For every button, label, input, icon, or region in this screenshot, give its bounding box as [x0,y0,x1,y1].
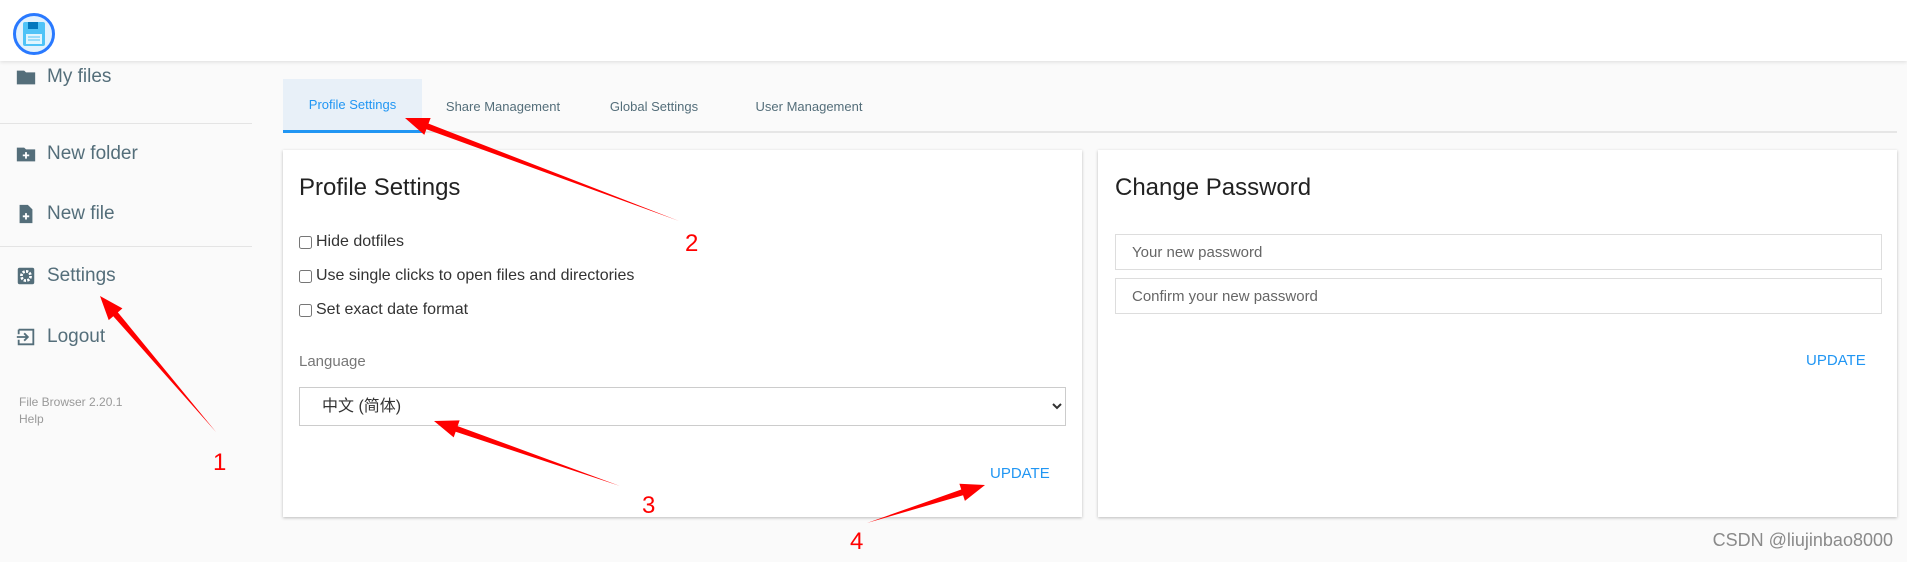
sidebar-item-new-file[interactable]: New file [0,194,252,234]
language-select[interactable]: 中文 (简体) [299,387,1066,426]
checkbox-label: Hide dotfiles [316,233,405,250]
gear-icon [17,267,35,285]
divider [0,246,252,247]
floppy-disk-icon[interactable] [13,13,55,55]
checkbox-label: Use single clicks to open files and dire… [316,267,635,284]
logout-icon [16,328,35,346]
sidebar-item-label: New folder [47,143,138,164]
header [0,0,1907,61]
version-text: File Browser 2.20.1 [19,395,123,409]
checkbox-label: Set exact date format [316,301,469,318]
card-title: Change Password [1115,174,1312,201]
annotation-label: 2 [685,230,699,257]
annotation-label: 1 [213,449,227,476]
tab-share-management[interactable]: Share Management [433,79,573,133]
file-plus-icon [19,204,33,224]
folder-icon [16,70,36,85]
annotation-label: 4 [850,528,864,555]
checkbox[interactable] [299,269,312,283]
annotation-label: 3 [642,492,656,519]
folder-plus-icon [16,147,36,162]
hide-dotfiles-checkbox[interactable]: Hide dotfiles [299,233,404,251]
sidebar-item-logout[interactable]: Logout [0,317,252,357]
confirm-password-input[interactable] [1115,278,1882,314]
tab-profile-settings[interactable]: Profile Settings [283,79,422,133]
checkbox[interactable] [299,303,312,317]
tab-global-settings[interactable]: Global Settings [583,79,725,133]
sidebar-item-label: Settings [47,265,116,286]
language-label: Language [299,353,366,370]
checkbox[interactable] [299,235,312,249]
exact-date-checkbox[interactable]: Set exact date format [299,301,468,319]
divider [0,123,252,124]
new-password-input[interactable] [1115,234,1882,270]
settings-tabs: Profile Settings Share Management Global… [283,79,1897,133]
sidebar-item-label: Logout [47,326,106,347]
help-link[interactable]: Help [19,412,44,426]
single-click-checkbox[interactable]: Use single clicks to open files and dire… [299,267,634,285]
tab-user-management[interactable]: User Management [733,79,885,133]
sidebar-item-new-folder[interactable]: New folder [0,134,252,174]
sidebar-item-label: New file [47,203,115,224]
profile-settings-card: Profile Settings Hide dotfiles Use singl… [283,150,1082,517]
sidebar-item-settings[interactable]: Settings [0,256,252,296]
password-update-button[interactable]: UPDATE [1806,352,1866,369]
profile-update-button[interactable]: UPDATE [990,465,1050,482]
card-title: Profile Settings [299,174,461,201]
sidebar-item-label: My files [47,66,112,87]
change-password-card: Change Password UPDATE [1098,150,1897,517]
watermark: CSDN @liujinbao8000 [1712,530,1893,550]
sidebar-item-my-files[interactable]: My files [0,57,252,97]
